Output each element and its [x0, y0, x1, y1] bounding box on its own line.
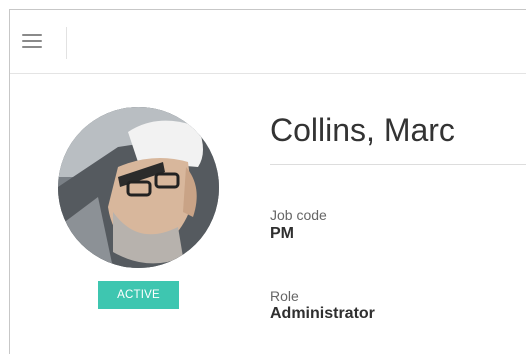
role-value: Administrator — [270, 305, 375, 322]
name-divider — [270, 164, 526, 165]
top-toolbar — [10, 10, 526, 74]
job-code-label: Job code — [270, 207, 327, 223]
status-badge: ACTIVE — [98, 281, 179, 309]
profile-name: Collins, Marc — [270, 112, 455, 148]
menu-line — [22, 46, 42, 48]
profile-card: ACTIVE Collins, Marc Job code PM Role Ad… — [9, 9, 526, 354]
menu-line — [22, 40, 42, 42]
avatar-photo — [58, 107, 219, 268]
job-code-value: PM — [270, 225, 294, 242]
role-label: Role — [270, 288, 299, 304]
avatar — [58, 107, 219, 268]
toolbar-divider — [66, 27, 67, 59]
menu-line — [22, 34, 42, 36]
hamburger-menu-icon[interactable] — [20, 30, 44, 52]
